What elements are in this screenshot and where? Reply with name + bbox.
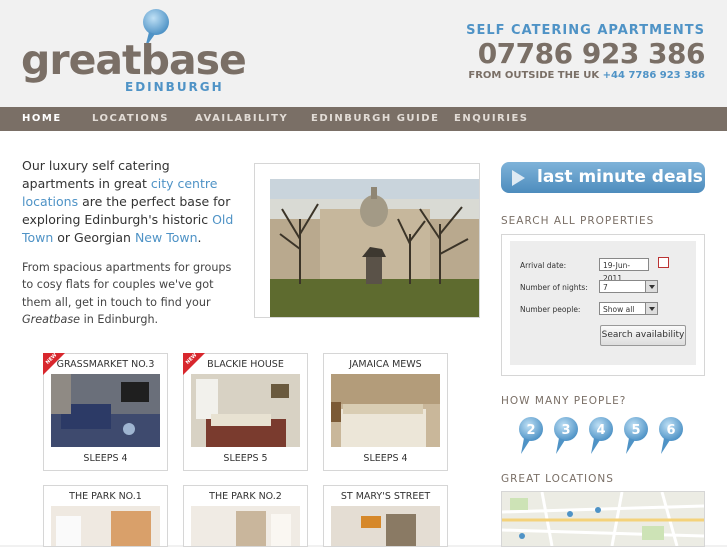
chevron-down-icon[interactable]: [645, 303, 657, 314]
property-sleeps: SLEEPS 4: [363, 453, 408, 464]
people-label: Number people:: [520, 305, 581, 314]
last-minute-deals-label: last minute deals: [537, 167, 703, 187]
intro-text: Our luxury self catering apartments in g…: [22, 158, 170, 191]
last-minute-deals-button[interactable]: last minute deals: [501, 162, 705, 193]
map-pin-icon: 3: [554, 417, 578, 454]
search-form: Arrival date: 19-Jun-2011 Number of nigh…: [501, 234, 705, 376]
intro-paragraph: Our luxury self catering apartments in g…: [22, 157, 234, 247]
main-content: Our luxury self catering apartments in g…: [0, 131, 727, 547]
property-photo[interactable]: [51, 506, 160, 546]
people-pin-label: 2: [526, 423, 535, 438]
nights-label: Number of nights:: [520, 283, 588, 292]
main-nav: HOME LOCATIONS AVAILABILITY EDINBURGH GU…: [0, 107, 727, 131]
search-availability-button[interactable]: Search availability: [600, 325, 686, 346]
header-phone: 07786 923 386: [477, 37, 706, 70]
property-card-the-park-2[interactable]: THE PARK NO.2: [183, 485, 308, 547]
people-pin-label: 3: [561, 423, 570, 438]
arrival-date-label: Arrival date:: [520, 261, 567, 270]
nav-edinburgh-guide[interactable]: EDINBURGH GUIDE: [311, 107, 439, 131]
play-arrow-icon: [512, 170, 525, 186]
people-pin-6[interactable]: 6: [657, 416, 685, 456]
people-pin-2[interactable]: 2: [517, 416, 545, 456]
intl-number: +44 7786 923 386: [602, 70, 705, 81]
people-pin-4[interactable]: 4: [587, 416, 615, 456]
property-title[interactable]: JAMAICA MEWS: [324, 359, 447, 370]
nav-locations[interactable]: LOCATIONS: [92, 107, 169, 131]
intro-text: or Georgian: [53, 230, 135, 245]
property-photo[interactable]: [331, 374, 440, 447]
property-title[interactable]: THE PARK NO.1: [44, 491, 167, 502]
people-value: Show all: [603, 305, 635, 314]
nights-value: 7: [603, 283, 608, 292]
property-card-grassmarket[interactable]: GRASSMARKET NO.3 SLEEPS 4 NEW: [43, 352, 168, 471]
property-card-jamaica-mews[interactable]: JAMAICA MEWS SLEEPS 4: [323, 353, 448, 471]
header-tagline: SELF CATERING APARTMENTS: [466, 23, 705, 38]
people-pin-label: 4: [596, 423, 605, 438]
property-sleeps: SLEEPS 4: [83, 453, 128, 464]
intl-prefix: FROM OUTSIDE THE UK: [468, 70, 600, 81]
people-pin-5[interactable]: 5: [622, 416, 650, 456]
property-photo[interactable]: [331, 506, 440, 546]
header-intl-phone: FROM OUTSIDE THE UK +44 7786 923 386: [466, 70, 705, 81]
property-card-st-marys-street[interactable]: ST MARY'S STREET: [323, 485, 448, 547]
nav-enquiries[interactable]: ENQUIRIES: [454, 107, 529, 131]
header-contact: SELF CATERING APARTMENTS 07786 923 386 F…: [466, 23, 705, 81]
intro-text: in Edinburgh.: [80, 312, 159, 326]
property-sleeps: SLEEPS 5: [223, 453, 268, 464]
intro-text: From spacious apartments for groups to c…: [22, 261, 232, 309]
map-pin-icon: 2: [519, 417, 543, 454]
people-pin-label: 5: [631, 423, 640, 438]
arrival-date-input[interactable]: 19-Jun-2011: [599, 258, 649, 283]
property-photo[interactable]: [51, 374, 160, 447]
logo-city: EDINBURGH: [125, 80, 224, 94]
brand-emphasis: Greatbase: [22, 312, 81, 326]
property-photo[interactable]: [191, 506, 300, 546]
intro-text: .: [197, 230, 202, 245]
hero-photo-frame: [254, 163, 480, 318]
logo-wordmark[interactable]: greatbase: [21, 36, 247, 84]
map-pin-icon: 5: [624, 417, 648, 454]
people-heading: HOW MANY PEOPLE?: [501, 395, 627, 407]
hero-photo: [270, 179, 479, 317]
property-title[interactable]: ST MARY'S STREET: [324, 491, 447, 502]
property-title[interactable]: THE PARK NO.2: [184, 491, 307, 502]
nights-select[interactable]: 7: [599, 280, 658, 293]
search-heading: SEARCH ALL PROPERTIES: [501, 215, 655, 227]
new-town-link[interactable]: New Town: [135, 230, 198, 245]
property-card-the-park-1[interactable]: THE PARK NO.1: [43, 485, 168, 547]
property-card-blackie-house[interactable]: BLACKIE HOUSE SLEEPS 5 NEW: [183, 352, 308, 471]
locations-heading: GREAT LOCATIONS: [501, 473, 614, 485]
map-pin-icon: 4: [589, 417, 613, 454]
chevron-down-icon[interactable]: [645, 281, 657, 292]
nav-availability[interactable]: AVAILABILITY: [195, 107, 288, 131]
intro-paragraph-2: From spacious apartments for groups to c…: [22, 259, 237, 328]
people-pin-label: 6: [666, 423, 675, 438]
property-photo[interactable]: [191, 374, 300, 447]
map-pin-icon: 6: [659, 417, 683, 454]
people-pin-3[interactable]: 3: [552, 416, 580, 456]
people-select[interactable]: Show all: [599, 302, 658, 315]
locations-map[interactable]: [501, 491, 705, 547]
site-header: greatbase EDINBURGH SELF CATERING APARTM…: [0, 0, 727, 107]
nav-home[interactable]: HOME: [22, 107, 62, 131]
calendar-icon[interactable]: [658, 257, 669, 268]
search-form-panel: Arrival date: 19-Jun-2011 Number of nigh…: [510, 241, 696, 365]
